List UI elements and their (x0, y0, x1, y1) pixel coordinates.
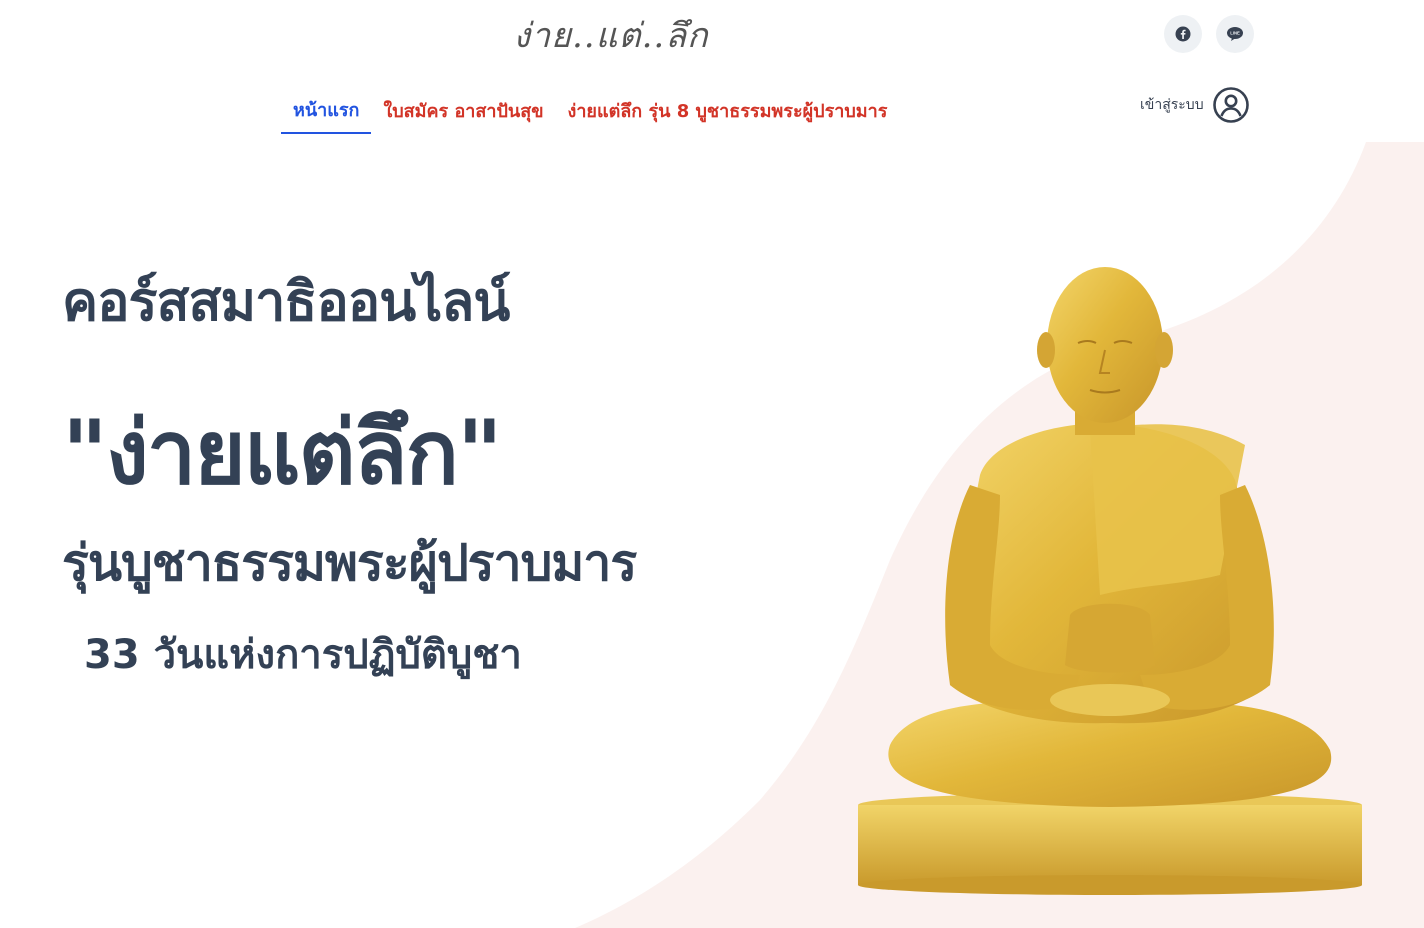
site-logo[interactable]: ง่าย..แต่..ลึก (508, 8, 714, 64)
facebook-icon (1175, 26, 1191, 42)
hero-course-title: คอร์สสมาธิออนไลน์ (62, 270, 510, 333)
nav-home[interactable]: หน้าแรก (281, 86, 372, 134)
facebook-button[interactable] (1164, 15, 1202, 53)
login-label: เข้าสู่ระบบ (1140, 97, 1204, 113)
main-nav: หน้าแรก ใบสมัคร อาสาปันสุข ง่ายแต่ลึก รุ… (281, 86, 899, 134)
hero-main-title: "ง่ายแต่ลึก" (62, 401, 503, 504)
golden-monk-statue (858, 267, 1362, 895)
nav-course-gen8[interactable]: ง่ายแต่ลึก รุ่น 8 บูชาธรรมพระผู้ปราบมาร (556, 86, 900, 134)
hero-days: 33 วันแห่งการปฏิบัติบูชา (84, 632, 522, 678)
nav-volunteer-application[interactable]: ใบสมัคร อาสาปันสุข (371, 86, 555, 134)
line-icon-label: LINE (1230, 31, 1240, 36)
user-circle-icon (1212, 87, 1249, 123)
hero-subtitle: รุ่นบูชาธรรมพระผู้ปราบมาร (62, 534, 637, 592)
line-icon: LINE (1227, 27, 1243, 41)
page: ง่าย..แต่..ลึก LINE หน้าแรก ใบสมัคร อาสา… (0, 0, 1424, 928)
login-button[interactable]: เข้าสู่ระบบ (1140, 86, 1250, 124)
line-button[interactable]: LINE (1216, 15, 1254, 53)
